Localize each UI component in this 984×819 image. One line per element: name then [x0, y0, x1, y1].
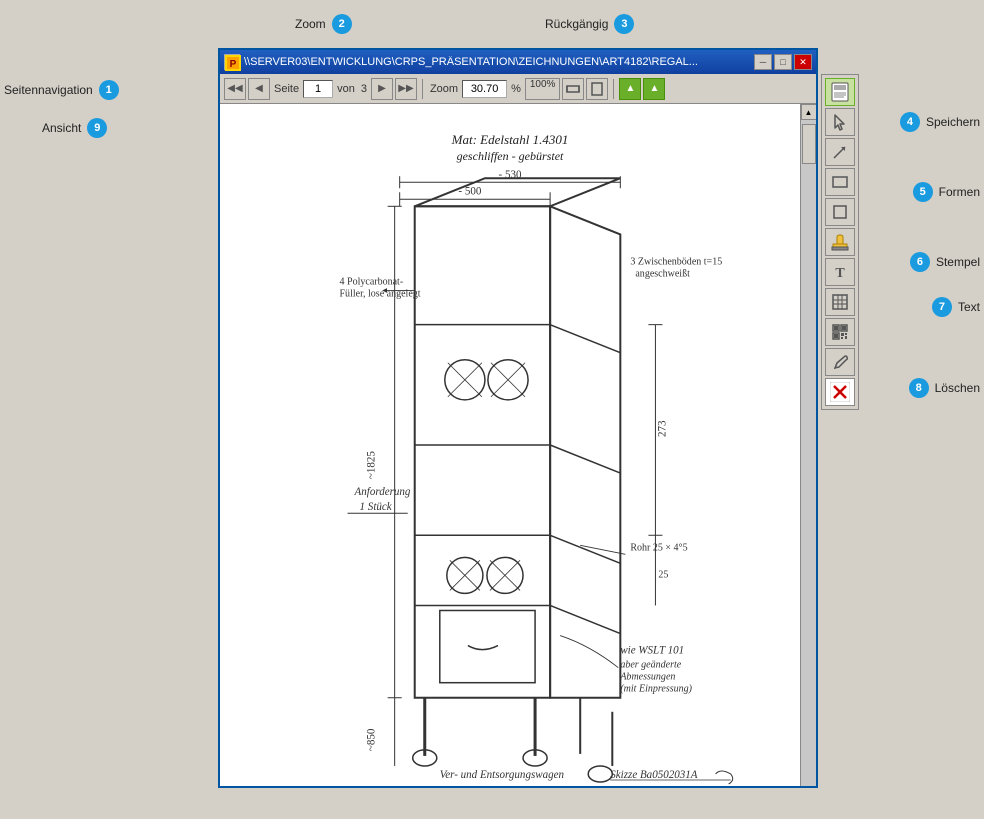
zoom-percent: %: [509, 83, 523, 95]
drawing-svg: Mat: Edelstahl 1.4301 geschliffen - gebü…: [220, 104, 800, 786]
text-callout: 7 Text: [932, 297, 980, 317]
svg-text:T: T: [835, 266, 845, 281]
stempel-label: Stempel: [936, 255, 980, 269]
text-badge: 7: [932, 297, 952, 317]
table-tool-button[interactable]: [825, 288, 855, 316]
svg-text:aber geänderte: aber geänderte: [620, 660, 681, 671]
rueckgaengig-callout: Rückgängig 3: [545, 14, 634, 34]
page-total: 3: [359, 83, 369, 95]
pointer-tool-button[interactable]: [825, 108, 855, 136]
rueckgaengig-label: Rückgängig: [545, 17, 608, 31]
prev-page-button[interactable]: ◀: [248, 78, 270, 100]
svg-text:Skizze Ba0502031A: Skizze Ba0502031A: [610, 769, 697, 781]
first-page-button[interactable]: ◀◀: [224, 78, 246, 100]
scroll-thumb[interactable]: [802, 124, 816, 164]
ansicht-label: Ansicht: [42, 121, 81, 135]
toolbar-arrow-down-green[interactable]: ▲: [643, 78, 665, 100]
toolbar-arrow-up-green[interactable]: ▲: [619, 78, 641, 100]
svg-text:Ver- und Entsorgungswagen: Ver- und Entsorgungswagen: [440, 769, 565, 781]
diagonal-arrow-tool-button[interactable]: [825, 138, 855, 166]
svg-text:Rohr 25 × 4°5: Rohr 25 × 4°5: [630, 542, 687, 553]
zoom-fit-page-button[interactable]: [586, 78, 608, 100]
seitennavigation-callout: Seitennavigation 1: [4, 80, 119, 100]
stempel-badge: 6: [910, 252, 930, 272]
stempel-callout: 6 Stempel: [910, 252, 980, 272]
formen-label: Formen: [939, 185, 980, 199]
last-page-button[interactable]: ▶▶: [395, 78, 417, 100]
delete-tool-button[interactable]: [825, 378, 855, 406]
next-page-button[interactable]: ▶: [371, 78, 393, 100]
svg-text:geschliffen - gebürstet: geschliffen - gebürstet: [457, 149, 564, 163]
barcode-tool-button[interactable]: [825, 318, 855, 346]
maximize-button[interactable]: □: [774, 54, 792, 70]
zoom-toolbar-label: Zoom: [428, 83, 460, 95]
svg-text:3 Zwischenböden t=15: 3 Zwischenböden t=15: [630, 256, 722, 267]
zoom-callout: Zoom 2: [295, 14, 352, 34]
svg-text:Mat: Edelstahl 1.4301: Mat: Edelstahl 1.4301: [451, 132, 569, 147]
svg-text:4 Polycarbonat-: 4 Polycarbonat-: [340, 277, 404, 288]
scroll-up-arrow[interactable]: ▲: [801, 104, 817, 120]
square-tool-button[interactable]: [825, 198, 855, 226]
pen-tool-button[interactable]: [825, 348, 855, 376]
svg-text:wie WSLT 101: wie WSLT 101: [620, 645, 684, 657]
minimize-button[interactable]: ─: [754, 54, 772, 70]
speichern-label: Speichern: [926, 115, 980, 129]
zoom-fit-width-button[interactable]: [562, 78, 584, 100]
title-bar: P \\SERVER03\ENTWICKLUNG\CRPS_PRÄSENTATI…: [220, 50, 816, 74]
zoom-input[interactable]: [462, 80, 507, 98]
stamp-tool-button[interactable]: [825, 228, 855, 256]
svg-text:273: 273: [656, 420, 668, 437]
svg-text:~850: ~850: [366, 728, 378, 751]
svg-text:Abmessungen: Abmessungen: [619, 672, 675, 683]
loeschen-callout: 8 Löschen: [909, 378, 980, 398]
zoom-badge: 2: [332, 14, 352, 34]
loeschen-badge: 8: [909, 378, 929, 398]
seitennavigation-badge: 1: [99, 80, 119, 100]
speichern-badge: 4: [900, 112, 920, 132]
text-tool-button[interactable]: T: [825, 258, 855, 286]
toolbar: ◀◀ ◀ Seite von 3 ▶ ▶▶ Zoom % 100% ▲ ▲: [220, 74, 816, 104]
right-tool-panel: T: [821, 74, 859, 410]
seitennavigation-label: Seitennavigation: [4, 83, 93, 97]
svg-text:(mit Einpressung): (mit Einpressung): [620, 684, 692, 695]
content-area: Mat: Edelstahl 1.4301 geschliffen - gebü…: [220, 104, 816, 786]
vertical-scrollbar[interactable]: ▲: [800, 104, 816, 786]
rectangle-tool-button[interactable]: [825, 168, 855, 196]
page-of-label: von: [335, 83, 357, 95]
app-icon: P: [224, 54, 240, 70]
svg-text:1 Stück: 1 Stück: [360, 501, 393, 513]
ansicht-callout: Ansicht 9: [42, 118, 107, 138]
close-button[interactable]: ✕: [794, 54, 812, 70]
zoom-label: Zoom: [295, 17, 326, 31]
text-label: Text: [958, 300, 980, 314]
rueckgaengig-badge: 3: [614, 14, 634, 34]
svg-text:P: P: [230, 59, 237, 70]
zoom-100-button[interactable]: 100%: [525, 78, 561, 100]
toolbar-separator-2: [613, 79, 614, 99]
loeschen-label: Löschen: [935, 381, 980, 395]
page-label-prefix: Seite: [272, 83, 301, 95]
drawing-canvas: Mat: Edelstahl 1.4301 geschliffen - gebü…: [220, 104, 800, 786]
svg-text:- 530: - 530: [499, 169, 522, 181]
save-tool-button[interactable]: [825, 78, 855, 106]
ansicht-badge: 9: [87, 118, 107, 138]
toolbar-separator-1: [422, 79, 423, 99]
svg-text:~1825: ~1825: [366, 451, 378, 479]
page-input[interactable]: [303, 80, 333, 98]
svg-text:angeschweißt: angeschweißt: [635, 269, 690, 280]
formen-badge: 5: [913, 182, 933, 202]
window-title: \\SERVER03\ENTWICKLUNG\CRPS_PRÄSENTATION…: [244, 56, 750, 68]
app-window: P \\SERVER03\ENTWICKLUNG\CRPS_PRÄSENTATI…: [218, 48, 818, 788]
svg-text:25: 25: [658, 569, 668, 580]
speichern-callout: 4 Speichern: [900, 112, 980, 132]
window-controls: ─ □ ✕: [754, 54, 812, 70]
formen-callout: 5 Formen: [913, 182, 980, 202]
svg-text:Anforderung: Anforderung: [354, 486, 411, 498]
